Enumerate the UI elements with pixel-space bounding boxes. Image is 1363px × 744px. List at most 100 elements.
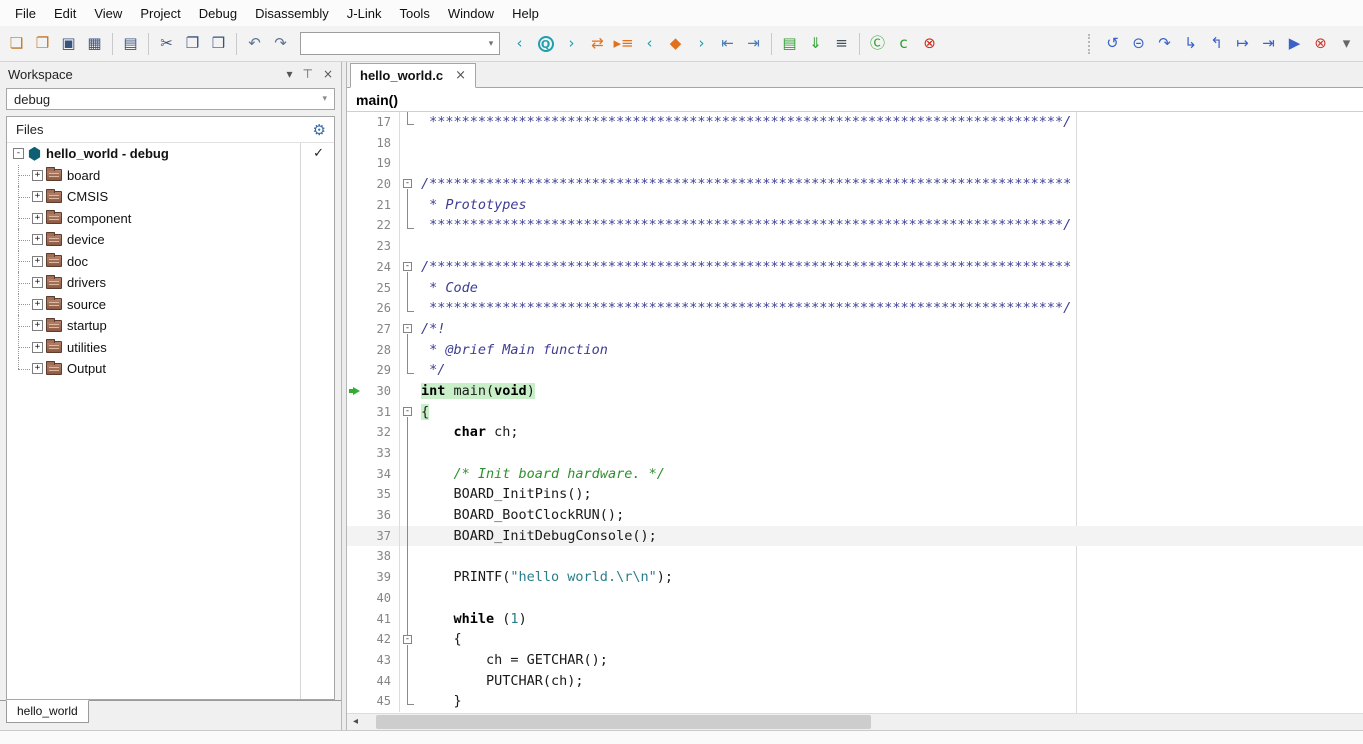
execution-arrow-slot[interactable] bbox=[347, 526, 363, 547]
fold-marker[interactable] bbox=[399, 195, 415, 216]
line-number[interactable]: 43 bbox=[363, 650, 399, 671]
line-number[interactable]: 23 bbox=[363, 236, 399, 257]
close-icon[interactable]: × bbox=[323, 67, 333, 81]
break-icon[interactable]: ⊝ bbox=[1126, 32, 1151, 56]
stop-debugging-icon[interactable]: ⊗ bbox=[1308, 32, 1333, 56]
code-line[interactable]: 24-/************************************… bbox=[347, 257, 1363, 278]
menu-disassembly[interactable]: Disassembly bbox=[246, 2, 338, 25]
toolbar-overflow-icon[interactable]: ▾ bbox=[1334, 32, 1359, 56]
undo-icon[interactable]: ↶ bbox=[242, 32, 267, 56]
execution-arrow-slot[interactable] bbox=[347, 464, 363, 485]
run-to-cursor-icon[interactable]: ⇥ bbox=[1256, 32, 1281, 56]
execution-arrow-slot[interactable] bbox=[347, 215, 363, 236]
fold-marker[interactable] bbox=[399, 691, 415, 712]
tree-item-source[interactable]: +source bbox=[7, 294, 334, 316]
scroll-left-icon[interactable]: ◂ bbox=[347, 714, 364, 730]
toggle-bookmark-icon[interactable]: ⇄ bbox=[585, 32, 610, 56]
editor-tab-hello-world-c[interactable]: hello_world.c × bbox=[350, 63, 476, 88]
compile-icon[interactable]: Ⓒ bbox=[865, 32, 890, 56]
save-icon[interactable]: ▣ bbox=[56, 32, 81, 56]
tree-item-startup[interactable]: +startup bbox=[7, 315, 334, 337]
expand-icon[interactable]: + bbox=[32, 342, 43, 353]
execution-arrow-slot[interactable] bbox=[347, 360, 363, 381]
redo-icon[interactable]: ↷ bbox=[268, 32, 293, 56]
menu-project[interactable]: Project bbox=[131, 2, 189, 25]
code-line[interactable]: 29 */ bbox=[347, 360, 1363, 381]
fold-marker[interactable] bbox=[399, 567, 415, 588]
menu-file[interactable]: File bbox=[6, 2, 45, 25]
stop-build-icon[interactable]: ⊗ bbox=[917, 32, 942, 56]
line-number[interactable]: 19 bbox=[363, 153, 399, 174]
code-line[interactable]: 21 * Prototypes bbox=[347, 195, 1363, 216]
code-line[interactable]: 26 *************************************… bbox=[347, 298, 1363, 319]
code-line[interactable]: 27-/*! bbox=[347, 319, 1363, 340]
execution-arrow-slot[interactable] bbox=[347, 484, 363, 505]
configuration-dropdown[interactable]: debug ▾ bbox=[6, 88, 335, 110]
line-number[interactable]: 27 bbox=[363, 319, 399, 340]
fold-marker[interactable] bbox=[399, 215, 415, 236]
previous-location-icon[interactable]: ⇤ bbox=[715, 32, 740, 56]
line-number[interactable]: 20 bbox=[363, 174, 399, 195]
code-line[interactable]: 32 char ch; bbox=[347, 422, 1363, 443]
line-number[interactable]: 31 bbox=[363, 402, 399, 423]
execution-arrow-slot[interactable] bbox=[347, 174, 363, 195]
download-and-debug-icon[interactable]: ⇓ bbox=[803, 32, 828, 56]
code-line[interactable]: 35 BOARD_InitPins(); bbox=[347, 484, 1363, 505]
open-document-icon[interactable]: ❐ bbox=[30, 32, 55, 56]
reset-icon[interactable]: ↺ bbox=[1100, 32, 1125, 56]
line-number[interactable]: 29 bbox=[363, 360, 399, 381]
execution-arrow-slot[interactable] bbox=[347, 505, 363, 526]
disassembly-window-icon[interactable]: ≡ bbox=[829, 32, 854, 56]
toggle-breakpoint-icon[interactable]: ◆ bbox=[663, 32, 688, 56]
execution-arrow-slot[interactable] bbox=[347, 278, 363, 299]
code-line[interactable]: 42- { bbox=[347, 629, 1363, 650]
line-number[interactable]: 34 bbox=[363, 464, 399, 485]
line-number[interactable]: 37 bbox=[363, 526, 399, 547]
code-line[interactable]: 34 /* Init board hardware. */ bbox=[347, 464, 1363, 485]
tree-item-drivers[interactable]: +drivers bbox=[7, 272, 334, 294]
menu-j-link[interactable]: J-Link bbox=[338, 2, 391, 25]
close-tab-icon[interactable]: × bbox=[455, 68, 466, 83]
code-line[interactable]: 33 bbox=[347, 443, 1363, 464]
menu-help[interactable]: Help bbox=[503, 2, 548, 25]
c-sources-icon[interactable]: c bbox=[891, 32, 916, 56]
scrollbar-track[interactable] bbox=[364, 714, 1363, 730]
new-document-icon[interactable]: ❏ bbox=[4, 32, 29, 56]
line-number[interactable]: 45 bbox=[363, 691, 399, 712]
expand-icon[interactable]: + bbox=[32, 277, 43, 288]
line-number[interactable]: 44 bbox=[363, 671, 399, 692]
fold-marker[interactable] bbox=[399, 484, 415, 505]
line-number[interactable]: 24 bbox=[363, 257, 399, 278]
execution-arrow-slot[interactable] bbox=[347, 112, 363, 133]
menu-window[interactable]: Window bbox=[439, 2, 503, 25]
menu-edit[interactable]: Edit bbox=[45, 2, 85, 25]
execution-arrow-slot[interactable] bbox=[347, 609, 363, 630]
execution-arrow-slot[interactable] bbox=[347, 153, 363, 174]
next-bookmark-icon[interactable]: ▸≡ bbox=[611, 32, 636, 56]
line-number[interactable]: 18 bbox=[363, 133, 399, 154]
execution-arrow-slot[interactable] bbox=[347, 567, 363, 588]
code-line[interactable]: 36 BOARD_BootClockRUN(); bbox=[347, 505, 1363, 526]
find-icon[interactable]: Q bbox=[533, 32, 558, 56]
execution-arrow-slot[interactable] bbox=[347, 650, 363, 671]
code-line[interactable]: 38 bbox=[347, 546, 1363, 567]
expand-icon[interactable]: + bbox=[32, 234, 43, 245]
workspace-tab-hello-world[interactable]: hello_world bbox=[6, 700, 89, 723]
save-all-icon[interactable]: ▦ bbox=[82, 32, 107, 56]
code-line[interactable]: 40 bbox=[347, 588, 1363, 609]
code-line[interactable]: 45 } bbox=[347, 691, 1363, 712]
paste-icon[interactable]: ❒ bbox=[206, 32, 231, 56]
code-line[interactable]: 20-/************************************… bbox=[347, 174, 1363, 195]
chevron-down-icon[interactable]: ▾ bbox=[483, 38, 499, 49]
menu-debug[interactable]: Debug bbox=[190, 2, 246, 25]
execution-arrow-slot[interactable] bbox=[347, 671, 363, 692]
expand-icon[interactable]: + bbox=[32, 191, 43, 202]
fold-marker[interactable] bbox=[399, 278, 415, 299]
fold-marker[interactable] bbox=[399, 671, 415, 692]
expand-icon[interactable]: + bbox=[32, 256, 43, 267]
line-number[interactable]: 32 bbox=[363, 422, 399, 443]
step-over-icon[interactable]: ↷ bbox=[1152, 32, 1177, 56]
fold-marker[interactable] bbox=[399, 609, 415, 630]
line-number[interactable]: 41 bbox=[363, 609, 399, 630]
fold-marker[interactable] bbox=[399, 505, 415, 526]
